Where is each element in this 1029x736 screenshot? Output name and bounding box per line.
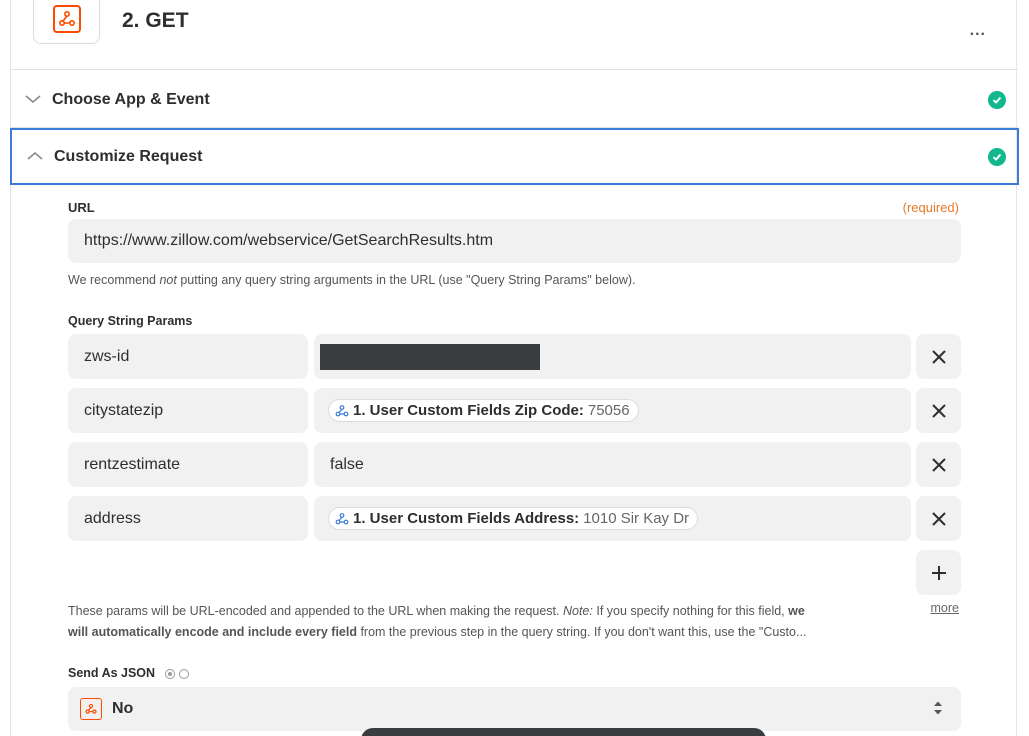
url-value: https://www.zillow.com/webservice/GetSea…: [84, 232, 494, 249]
step-header: 2. GET ...: [11, 0, 1018, 70]
close-icon: [931, 511, 946, 526]
webhook-icon: [335, 404, 349, 416]
param-value-input[interactable]: [314, 334, 911, 379]
section-choose-app-event[interactable]: Choose App & Event: [11, 72, 1018, 128]
webhook-icon: [58, 10, 75, 27]
plus-icon: [931, 565, 946, 580]
redacted-value: [320, 343, 540, 370]
close-icon: [931, 403, 946, 418]
remove-param-button[interactable]: [916, 388, 961, 433]
section-label: Customize Request: [54, 147, 203, 165]
sort-arrows-icon: [934, 701, 942, 715]
radio-toggle[interactable]: [164, 668, 189, 679]
toast-bar: [361, 728, 766, 736]
section-customize-request[interactable]: Customize Request: [10, 128, 1019, 185]
step-card: 2. GET ... Choose App & Event Customize …: [10, 0, 1019, 736]
close-icon: [931, 457, 946, 472]
more-link[interactable]: more: [931, 601, 959, 615]
url-helper-text: We recommend not putting any query strin…: [68, 273, 636, 287]
param-key-input[interactable]: zws-id: [68, 334, 308, 379]
step-title: 2. GET: [122, 9, 189, 32]
url-input[interactable]: https://www.zillow.com/webservice/GetSea…: [68, 219, 961, 263]
webhook-icon: [335, 512, 349, 524]
send-as-json-label: Send As JSON: [68, 666, 189, 680]
remove-param-button[interactable]: [916, 496, 961, 541]
field-mapping-pill[interactable]: 1. User Custom Fields Zip Code: 75056: [328, 399, 639, 422]
remove-param-button[interactable]: [916, 442, 961, 487]
webhook-app-icon: [33, 0, 100, 44]
selected-value: No: [112, 700, 134, 717]
webhook-icon: [80, 698, 102, 720]
param-value-input[interactable]: 1. User Custom Fields Zip Code: 75056: [314, 388, 911, 433]
field-mapping-pill[interactable]: 1. User Custom Fields Address: 1010 Sir K…: [328, 507, 699, 530]
close-icon: [931, 349, 946, 364]
param-key-input[interactable]: address: [68, 496, 308, 541]
params-helper-text: These params will be URL-encoded and app…: [68, 604, 807, 639]
radio-off-icon[interactable]: [178, 668, 189, 679]
param-key-input[interactable]: citystatezip: [68, 388, 308, 433]
chevron-up-icon: [27, 151, 43, 160]
param-key-input[interactable]: rentzestimate: [68, 442, 308, 487]
query-params-label: Query String Params: [68, 314, 193, 328]
send-as-json-select[interactable]: No: [68, 687, 961, 731]
required-indicator: (required): [902, 200, 959, 215]
section-label: Choose App & Event: [52, 90, 210, 108]
check-circle-icon: [988, 90, 1006, 109]
param-value-input[interactable]: 1. User Custom Fields Address: 1010 Sir K…: [314, 496, 911, 541]
radio-on-icon[interactable]: [164, 668, 175, 679]
remove-param-button[interactable]: [916, 334, 961, 379]
chevron-down-icon: [25, 95, 41, 104]
step-menu-button[interactable]: ...: [970, 22, 986, 40]
add-param-button[interactable]: [916, 550, 961, 595]
param-value-input[interactable]: false: [314, 442, 911, 487]
url-label: URL: [68, 200, 95, 215]
check-circle-icon: [988, 147, 1006, 166]
